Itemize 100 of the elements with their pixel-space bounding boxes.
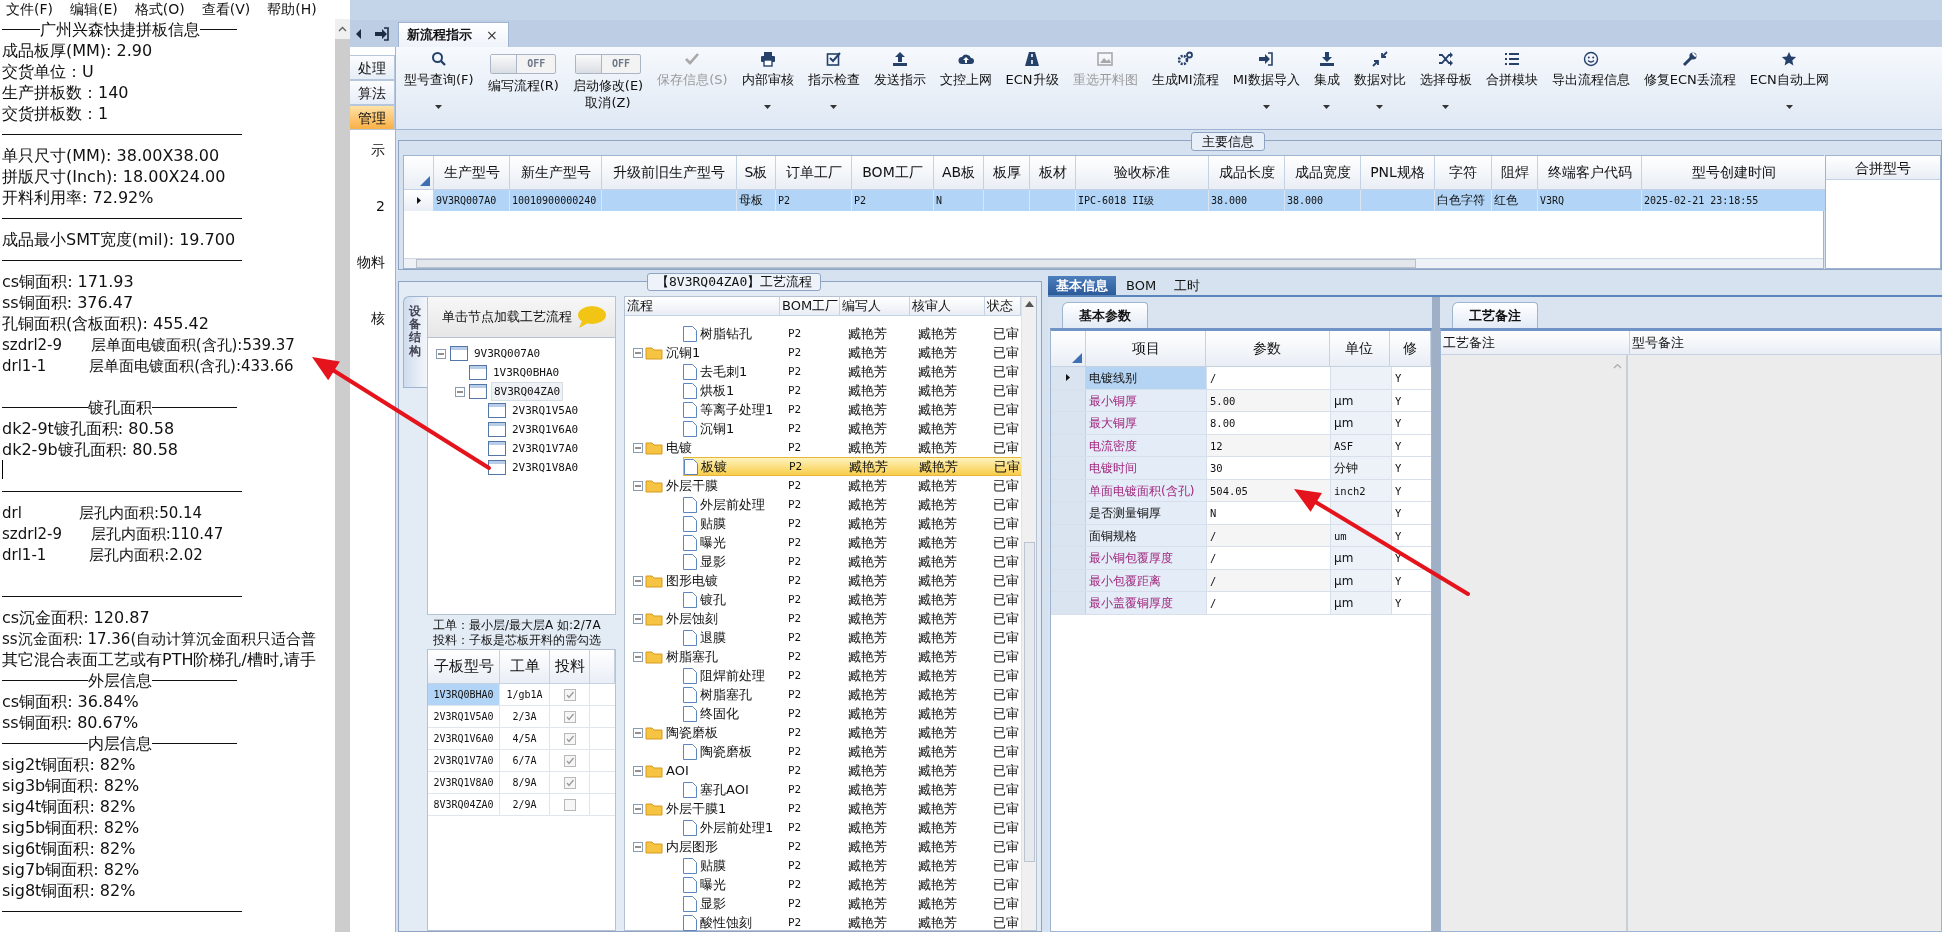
toolbar-button[interactable]: 集成: [1311, 50, 1342, 129]
tree-row[interactable]: 外层前处理 P2 臧艳芳 臧艳芳 已审: [683, 495, 1021, 514]
tree-row[interactable]: 烘板1 P2 臧艳芳 臧艳芳 已审: [683, 381, 1021, 400]
table-cell[interactable]: 2V3RQ1V6A0: [428, 728, 500, 749]
toolbar-button[interactable]: 选择母板: [1417, 50, 1474, 129]
toolbar-button[interactable]: ECN自动上网: [1747, 50, 1831, 129]
table-cell[interactable]: 1V3RQ0BHA0: [428, 684, 500, 705]
toolbar-button[interactable]: 发送指示: [871, 50, 928, 129]
table-cell[interactable]: 2V3RQ1V5A0: [428, 706, 500, 727]
column-header[interactable]: 修: [1390, 331, 1431, 366]
minus-box-icon[interactable]: [633, 803, 643, 814]
tree-item[interactable]: 2V3RQ1V6A0: [510, 421, 581, 438]
nav-item[interactable]: 示: [350, 130, 395, 186]
toolbar-button[interactable]: 生成MI流程: [1149, 50, 1221, 129]
minus-box-icon[interactable]: [633, 480, 643, 491]
toolbar-button[interactable]: 型号查询(F): [402, 50, 476, 129]
column-header[interactable]: BOM工厂: [780, 297, 840, 315]
minus-box-icon[interactable]: [633, 442, 643, 453]
horizontal-scrollbar[interactable]: [404, 258, 1823, 268]
minus-box-icon[interactable]: [436, 348, 446, 359]
tree-row[interactable]: 终固化 P2 臧艳芳 臧艳芳 已审: [683, 704, 1021, 723]
column-header[interactable]: 参数: [1206, 331, 1330, 366]
tree-row[interactable]: 贴膜 P2 臧艳芳 臧艳芳 已审: [683, 514, 1021, 533]
checkbox[interactable]: [563, 688, 576, 701]
column-header[interactable]: 阻焊: [1492, 156, 1538, 190]
minus-box-icon[interactable]: [455, 386, 465, 397]
column-header[interactable]: 投料: [550, 650, 590, 683]
tree-row[interactable]: 陶瓷磨板 P2 臧艳芳 臧艳芳 已审: [645, 723, 1021, 742]
minus-box-icon[interactable]: [633, 765, 643, 776]
toolbar-button[interactable]: ECN升级: [1003, 50, 1061, 129]
column-header[interactable]: 成品长度: [1209, 156, 1285, 190]
column-header[interactable]: 型号备注: [1630, 331, 1941, 354]
nav-item[interactable]: 核: [350, 298, 395, 354]
column-header[interactable]: 订单工厂: [776, 156, 852, 190]
tree-row[interactable]: 曝光 P2 臧艳芳 臧艳芳 已审: [683, 533, 1021, 552]
tree-row[interactable]: 镀孔 P2 臧艳芳 臧艳芳 已审: [683, 590, 1021, 609]
column-header[interactable]: 型号创建时间: [1642, 156, 1826, 190]
nav-item[interactable]: 物料: [350, 242, 395, 298]
toolbar-button[interactable]: 修复ECN丢流程: [1641, 50, 1738, 129]
table-cell[interactable]: 单面电镀面积(含孔): [1086, 479, 1207, 501]
table-cell[interactable]: 最小盖覆铜厚度: [1086, 592, 1207, 614]
minus-box-icon[interactable]: [633, 575, 643, 586]
nav-button[interactable]: 管理: [350, 105, 395, 130]
tree-row[interactable]: 树脂塞孔 P2 臧艳芳 臧艳芳 已审: [683, 685, 1021, 704]
minus-box-icon[interactable]: [633, 347, 643, 358]
table-cell[interactable]: 2V3RQ1V8A0: [428, 772, 500, 793]
toolbar-button[interactable]: MI数据导入: [1230, 50, 1302, 129]
column-header[interactable]: BOM工厂: [852, 156, 934, 190]
checkbox[interactable]: [563, 754, 576, 767]
checkbox[interactable]: [563, 798, 576, 811]
table-cell[interactable]: 最小包覆距离: [1086, 569, 1207, 591]
column-header[interactable]: 板材: [1030, 156, 1076, 190]
checkbox[interactable]: [563, 776, 576, 789]
column-header[interactable]: 流程: [625, 297, 780, 315]
panel-tab[interactable]: 工艺备注: [1452, 302, 1538, 328]
menu-item[interactable]: 文件(F): [6, 0, 53, 19]
table-cell[interactable]: 电镀线别: [1086, 367, 1207, 389]
column-header[interactable]: 单位: [1329, 331, 1391, 366]
tree-row[interactable]: 外层蚀刻 P2 臧艳芳 臧艳芳 已审: [645, 609, 1021, 628]
minus-box-icon[interactable]: [633, 841, 643, 852]
toolbar-button[interactable]: 文控上网: [937, 50, 994, 129]
toolbar-button[interactable]: 导出流程信息: [1549, 50, 1632, 129]
checkbox[interactable]: [563, 710, 576, 723]
tree-row[interactable]: 塞孔AOI P2 臧艳芳 臧艳芳 已审: [683, 780, 1021, 799]
column-header[interactable]: 核审人: [910, 297, 985, 315]
scroll-up-icon[interactable]: [338, 26, 347, 32]
tree-item[interactable]: 2V3RQ1V7A0: [510, 440, 581, 457]
menu-item[interactable]: 查看(V): [201, 0, 251, 19]
minus-box-icon[interactable]: [633, 727, 643, 738]
table-cell[interactable]: 是否测量铜厚: [1086, 502, 1207, 524]
tree-row[interactable]: 电镀 P2 臧艳芳 臧艳芳 已审: [645, 438, 1021, 457]
table-cell[interactable]: 最大铜厚: [1086, 412, 1207, 434]
tree-row[interactable]: 显影 P2 臧艳芳 臧艳芳 已审: [683, 552, 1021, 571]
column-header[interactable]: 字符: [1435, 156, 1492, 190]
column-header[interactable]: 升级前旧生产型号: [602, 156, 737, 190]
tab-label[interactable]: 新流程指示: [407, 25, 472, 45]
toolbar-button[interactable]: 内部审核: [739, 50, 796, 129]
column-header[interactable]: 终端客户代码: [1538, 156, 1642, 190]
panel-tab[interactable]: 基本参数: [1062, 302, 1148, 328]
close-button[interactable]: ×: [486, 24, 498, 46]
toolbar-button[interactable]: 指示检查: [805, 50, 862, 129]
document-tab[interactable]: 新流程指示 ×: [398, 22, 509, 47]
column-header[interactable]: 生产型号: [434, 156, 510, 190]
column-header[interactable]: 工单: [500, 650, 550, 683]
table-cell[interactable]: 最小铜厚: [1086, 389, 1207, 411]
tree-row[interactable]: 外层前处理1 P2 臧艳芳 臧艳芳 已审: [683, 818, 1021, 837]
vertical-scrollbar[interactable]: [1021, 297, 1036, 930]
tab[interactable]: BOM: [1118, 276, 1165, 295]
toggle-switch[interactable]: OFF: [575, 54, 641, 74]
column-header[interactable]: AB板: [934, 156, 984, 190]
tree-row[interactable]: 内层图形 P2 臧艳芳 臧艳芳 已审: [645, 837, 1021, 856]
column-header[interactable]: PNL规格: [1361, 156, 1435, 190]
tree-row[interactable]: 贴膜 P2 臧艳芳 臧艳芳 已审: [683, 856, 1021, 875]
checkbox[interactable]: [563, 732, 576, 745]
tree-row[interactable]: 沉铜1 P2 臧艳芳 臧艳芳 已审: [683, 419, 1021, 438]
column-header[interactable]: 验收标准: [1076, 156, 1209, 190]
tree-row[interactable]: 沉铜1 P2 臧艳芳 臧艳芳 已审: [645, 343, 1021, 362]
tree-row[interactable]: 图形电镀 P2 臧艳芳 臧艳芳 已审: [645, 571, 1021, 590]
tree-item[interactable]: 8V3RQ04ZA0: [491, 382, 564, 401]
column-header[interactable]: 板厚: [984, 156, 1030, 190]
